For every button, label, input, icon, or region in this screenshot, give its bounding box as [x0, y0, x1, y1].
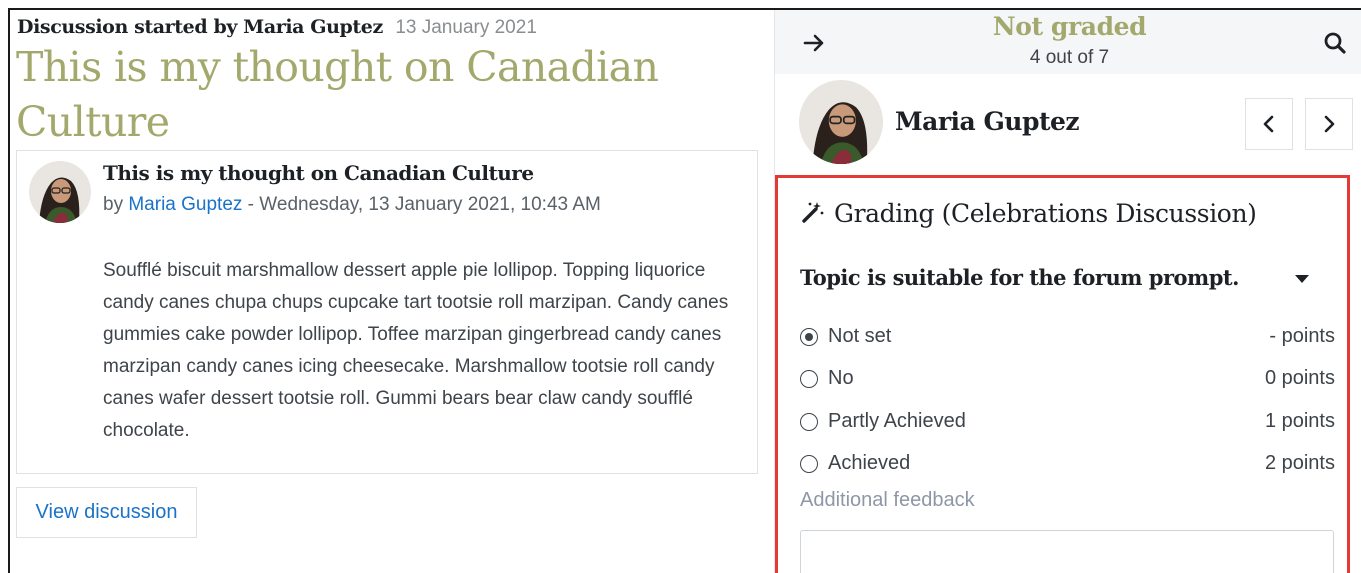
magic-wand-icon: [802, 202, 824, 223]
grade-option-points: - points: [1269, 325, 1335, 347]
view-discussion-button[interactable]: View discussion: [16, 487, 197, 538]
criterion-title: Topic is suitable for the forum prompt.: [800, 265, 1239, 290]
grade-option-radio[interactable]: [800, 455, 818, 473]
next-user-button[interactable]: [1305, 98, 1353, 150]
user-name: Maria Guptez: [895, 107, 1080, 136]
app-frame: Discussion started by Maria Guptez 13 Ja…: [8, 8, 1361, 573]
grading-title: Grading (Celebrations Discussion): [800, 199, 1257, 228]
grade-option-points: 2 points: [1264, 452, 1335, 474]
grade-option-partly-achieved[interactable]: Partly Achieved 1 points: [798, 407, 1335, 437]
grade-option-label: No: [828, 367, 854, 389]
chevron-right-icon: [1324, 115, 1335, 133]
grading-panel: Grading (Celebrations Discussion) Topic …: [775, 175, 1350, 573]
grade-option-radio[interactable]: [800, 328, 818, 346]
forum-post: This is my thought on Canadian Culture b…: [16, 150, 758, 474]
grade-option-points: 1 points: [1264, 410, 1335, 432]
post-author-link[interactable]: Maria Guptez: [128, 194, 242, 215]
grader-header: Not graded 4 out of 7: [775, 10, 1361, 74]
post-author-avatar[interactable]: [29, 161, 91, 223]
caret-down-icon[interactable]: [1295, 275, 1309, 283]
search-icon[interactable]: [1320, 28, 1350, 58]
post-body: Soufflé biscuit marshmallow dessert appl…: [103, 260, 729, 441]
discussion-started-date: 13 January 2021: [395, 17, 537, 38]
grade-option-points: 0 points: [1264, 367, 1335, 389]
post-title: This is my thought on Canadian Culture: [103, 161, 534, 185]
grade-option-label: Partly Achieved: [828, 410, 966, 432]
discussion-pane: Discussion started by Maria Guptez 13 Ja…: [10, 10, 774, 573]
discussion-title: This is my thought on Canadian Culture: [16, 43, 659, 146]
discussion-started-by: Discussion started by Maria Guptez: [17, 16, 383, 38]
grade-option-achieved[interactable]: Achieved 2 points: [798, 449, 1335, 479]
post-datetime: - Wednesday, 13 January 2021, 10:43 AM: [242, 194, 601, 215]
discussion-started-line: Discussion started by Maria Guptez 13 Ja…: [17, 16, 537, 39]
grade-status: Not graded: [992, 12, 1147, 41]
grading-title-text: Grading (Celebrations Discussion): [834, 199, 1257, 228]
grade-option-label: Achieved: [828, 452, 911, 474]
grade-option-radio[interactable]: [800, 413, 818, 431]
grade-option-no[interactable]: No 0 points: [798, 364, 1335, 394]
post-meta: by Maria Guptez - Wednesday, 13 January …: [103, 194, 601, 216]
user-avatar[interactable]: [799, 80, 883, 164]
additional-feedback-label: Additional feedback: [800, 489, 975, 511]
post-by-label: by: [103, 194, 129, 215]
grader-user-row: Maria Guptez: [775, 74, 1361, 170]
previous-user-button[interactable]: [1245, 98, 1293, 150]
grade-option-label: Not set: [828, 325, 892, 347]
grade-option-radio[interactable]: [800, 370, 818, 388]
chevron-left-icon: [1263, 115, 1274, 133]
additional-feedback-input[interactable]: [800, 530, 1334, 573]
grade-option-not-set[interactable]: Not set - points: [798, 322, 1335, 352]
grader-pane: Not graded 4 out of 7 Maria Guptez Gradi…: [774, 10, 1361, 573]
grade-count: 4 out of 7: [1029, 47, 1110, 68]
